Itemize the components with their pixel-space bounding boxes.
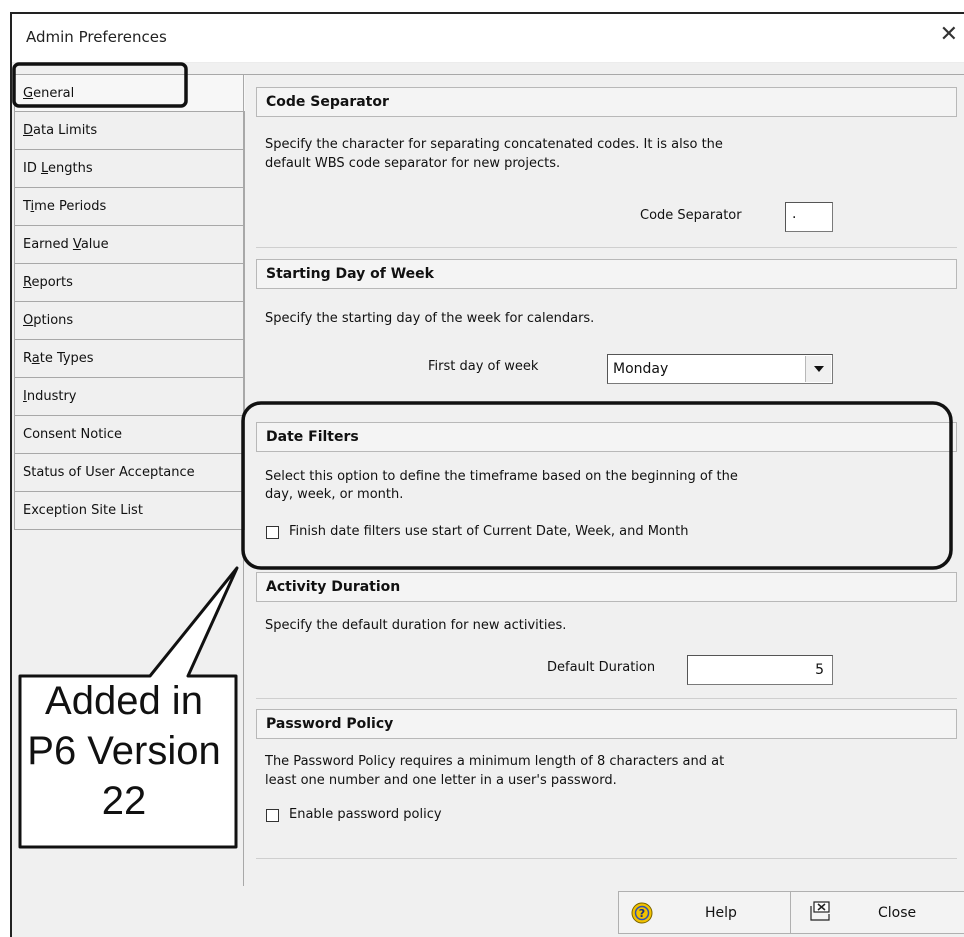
activity-duration-header: Activity Duration (256, 572, 957, 602)
tab-industry[interactable]: Industry (14, 378, 245, 416)
close-button-label: Close (878, 905, 917, 921)
window-title: Admin Preferences (26, 28, 167, 46)
activity-duration-description: Specify the default duration for new act… (265, 618, 567, 633)
callout-text: Added in P6 Version 22 (10, 676, 238, 826)
close-icon[interactable]: ✕ (940, 22, 958, 47)
finish-date-filters-checkbox[interactable] (266, 526, 279, 539)
tab-options[interactable]: Options (14, 302, 245, 340)
date-filters-header: Date Filters (256, 422, 957, 452)
chevron-down-icon[interactable] (805, 356, 831, 382)
preferences-tab-list: General Data Limits ID Lengths Time Peri… (14, 74, 245, 530)
section-divider (256, 858, 957, 859)
enable-password-policy-checkbox[interactable] (266, 809, 279, 822)
code-separator-description-line2: default WBS code separator for new proje… (265, 156, 561, 171)
svg-text:?: ? (639, 907, 645, 920)
enable-password-policy-label: Enable password policy (289, 807, 442, 822)
finish-date-filters-label: Finish date filters use start of Current… (289, 524, 689, 539)
help-icon: ? (631, 902, 653, 928)
tab-status-of-user-acceptance[interactable]: Status of User Acceptance (14, 454, 245, 492)
tab-reports[interactable]: Reports (14, 264, 245, 302)
starting-day-description: Specify the starting day of the week for… (265, 311, 595, 326)
section-divider (256, 698, 957, 699)
general-settings-panel: Code Separator Specify the character for… (243, 74, 964, 886)
date-filters-description-line2: day, week, or month. (265, 487, 404, 502)
date-filters-description-line1: Select this option to define the timefra… (265, 469, 738, 484)
default-duration-label: Default Duration (547, 660, 656, 675)
password-policy-header: Password Policy (256, 709, 957, 739)
first-day-value: Monday (613, 361, 669, 377)
tab-time-periods[interactable]: Time Periods (14, 188, 245, 226)
callout-line-1: Added in (45, 679, 203, 723)
default-duration-input[interactable]: 5 (687, 655, 833, 685)
code-separator-header: Code Separator (256, 87, 957, 117)
starting-day-header: Starting Day of Week (256, 259, 957, 289)
title-bar: Admin Preferences ✕ (12, 14, 964, 63)
tab-earned-value[interactable]: Earned Value (14, 226, 245, 264)
tab-general[interactable]: General (14, 74, 245, 112)
first-day-select[interactable]: Monday (607, 354, 833, 384)
code-separator-label: Code Separator (640, 208, 742, 223)
tab-id-lengths[interactable]: ID Lengths (14, 150, 245, 188)
password-policy-description-line2: least one number and one letter in a use… (265, 773, 617, 788)
tab-rate-types[interactable]: Rate Types (14, 340, 245, 378)
tab-exception-site-list[interactable]: Exception Site List (14, 492, 245, 530)
help-button[interactable]: ? Help (618, 891, 791, 934)
code-separator-description-line1: Specify the character for separating con… (265, 137, 723, 152)
section-divider (256, 247, 957, 248)
dialog-footer: ? Help Close (12, 886, 964, 937)
password-policy-description-line1: The Password Policy requires a minimum l… (265, 754, 725, 769)
code-separator-input[interactable]: . (785, 202, 833, 232)
callout-line-2: P6 Version (27, 729, 221, 773)
tab-data-limits[interactable]: Data Limits (14, 112, 245, 150)
first-day-label: First day of week (428, 359, 539, 374)
close-button[interactable]: Close (790, 891, 964, 934)
close-window-icon (809, 900, 833, 926)
callout-line-3: 22 (101, 779, 147, 823)
tab-consent-notice[interactable]: Consent Notice (14, 416, 245, 454)
help-button-label: Help (705, 905, 737, 921)
